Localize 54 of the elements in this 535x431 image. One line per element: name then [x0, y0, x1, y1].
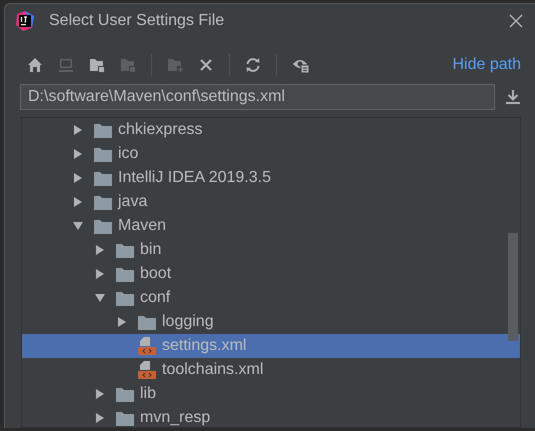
folder-icon [138, 314, 156, 330]
collapsed-arrow-icon[interactable] [72, 196, 84, 208]
toolbar-button[interactable] [89, 57, 105, 73]
app-logo-icon [15, 11, 35, 31]
close-icon [198, 57, 214, 73]
download-icon[interactable] [505, 89, 521, 105]
tree-item[interactable]: java [22, 190, 520, 214]
tree-item[interactable]: chkiexpress [22, 118, 520, 142]
hide-path-link[interactable]: Hide path [452, 56, 521, 74]
toolbar-button[interactable] [27, 57, 43, 73]
tree-item[interactable]: bin [22, 238, 520, 262]
expanded-arrow-icon[interactable] [72, 220, 84, 232]
path-field[interactable]: D:\software\Maven\conf\settings.xml [20, 84, 495, 110]
tree-item[interactable]: ico [22, 142, 520, 166]
folder-icon [116, 410, 134, 426]
home-icon [27, 57, 43, 73]
refresh-icon [245, 57, 261, 73]
folder-icon [116, 266, 134, 282]
xml-file-icon [138, 361, 156, 379]
collapsed-arrow-icon[interactable] [72, 124, 84, 136]
expanded-arrow-icon[interactable] [94, 292, 106, 304]
folder-icon [116, 290, 134, 306]
tree-item[interactable]: Maven [22, 214, 520, 238]
folder-icon [116, 242, 134, 258]
collapsed-arrow-icon[interactable] [94, 412, 106, 424]
collapsed-arrow-icon[interactable] [116, 316, 128, 328]
window-title: Select User Settings File [49, 12, 226, 30]
new-folder-icon [167, 57, 183, 73]
collapsed-arrow-icon[interactable] [72, 172, 84, 184]
folder-icon [94, 122, 112, 138]
tree-item[interactable]: logging [22, 310, 520, 334]
tree-item[interactable]: IntelliJ IDEA 2019.3.5 [22, 166, 520, 190]
folder-icon [116, 386, 134, 402]
close-icon[interactable] [509, 14, 523, 28]
folder-icon [94, 146, 112, 162]
tree-item[interactable]: conf [22, 286, 520, 310]
xml-file-icon [138, 337, 156, 355]
collapsed-arrow-icon[interactable] [72, 148, 84, 160]
tree-item[interactable]: lib [22, 382, 520, 406]
toolbar-button[interactable] [245, 57, 261, 73]
monitor-icon [58, 57, 74, 73]
collapsed-arrow-icon[interactable] [94, 388, 106, 400]
collapsed-arrow-icon[interactable] [94, 268, 106, 280]
tree-item[interactable]: mvn_resp [22, 406, 520, 427]
folder-icon [89, 57, 105, 73]
toolbar-button[interactable] [198, 57, 214, 73]
folder-icon [94, 170, 112, 186]
folder-icon [120, 57, 136, 73]
folder-icon [94, 194, 112, 210]
collapsed-arrow-icon[interactable] [94, 244, 106, 256]
tree-item[interactable]: boot [22, 262, 520, 286]
tree-item[interactable]: toolchains.xml [22, 358, 520, 382]
scrollbar-thumb[interactable] [508, 233, 518, 341]
folder-icon [94, 218, 112, 234]
